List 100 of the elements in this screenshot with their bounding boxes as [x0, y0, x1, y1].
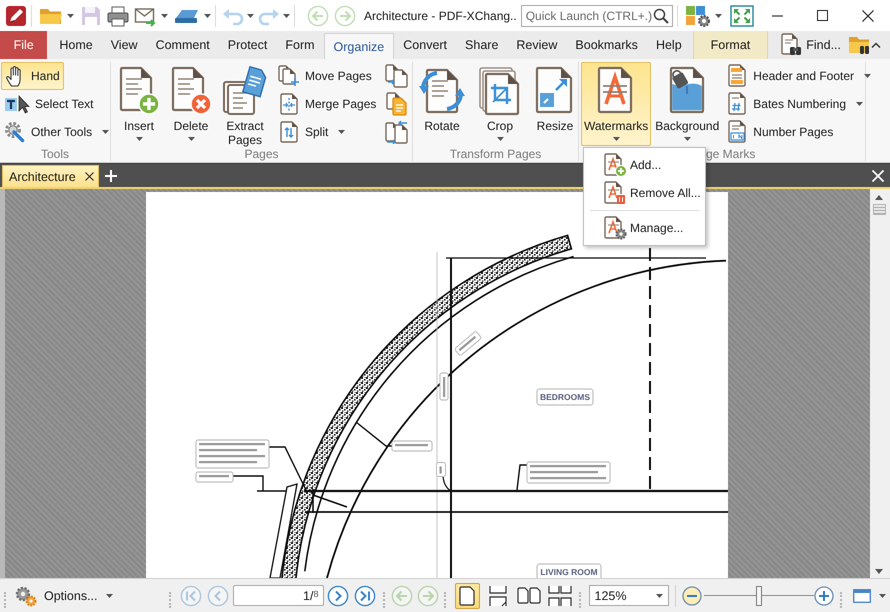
gear-wrench-icon [4, 121, 26, 143]
group-label: Pages [244, 146, 279, 160]
printer-icon[interactable] [106, 4, 130, 26]
ribbon-tab[interactable]: Review [507, 31, 566, 59]
zoom-in-icon[interactable] [814, 586, 834, 606]
ribbon-button[interactable]: Merge Pages [275, 90, 380, 118]
move-pages-icon [278, 65, 300, 87]
ribbon-button[interactable]: Rotate [415, 62, 469, 146]
options-button[interactable]: Options... [14, 584, 112, 606]
caret-icon[interactable] [67, 14, 74, 18]
ribbon-button[interactable] [384, 118, 410, 146]
ribbon-button[interactable]: Hand [1, 62, 64, 90]
ribbon-tab[interactable]: Comment [146, 31, 219, 59]
ribbon-button[interactable]: Background [652, 62, 722, 146]
caret-icon[interactable] [161, 14, 168, 18]
slider-thumb[interactable] [756, 586, 762, 606]
context-tab[interactable]: Format [692, 31, 768, 59]
group-label: Tools [40, 146, 69, 160]
zoom-dropdown[interactable]: 125% [588, 585, 668, 606]
ribbon-tab[interactable]: Share [456, 31, 508, 59]
file-menu-tab[interactable]: File [0, 31, 48, 59]
ribbon-button[interactable]: Resize [531, 62, 579, 146]
ribbon-button[interactable] [384, 62, 410, 90]
menu-item[interactable]: Remove All... [586, 179, 703, 207]
pages-stack-icon [385, 92, 410, 116]
rotate-page-icon [418, 66, 466, 116]
merge-pages-icon [278, 93, 300, 115]
ribbon-tab[interactable]: Help [646, 31, 691, 59]
scroll-up-icon[interactable] [875, 195, 883, 200]
leader-line [516, 464, 527, 490]
room-label: LIVING ROOM [536, 564, 602, 578]
folder-search-icon[interactable] [847, 34, 871, 56]
ribbon-tab[interactable]: Form [276, 31, 324, 59]
ribbon-button[interactable]: Move Pages [275, 62, 376, 90]
panel-icon[interactable] [852, 588, 870, 602]
gears-icon [14, 584, 38, 606]
scrollbar-thumb[interactable] [872, 204, 886, 215]
scroll-down-icon[interactable] [875, 569, 883, 574]
maximize-icon[interactable] [817, 10, 828, 21]
search-icon[interactable] [652, 8, 669, 24]
menu-item[interactable]: Add... [586, 151, 703, 179]
last-page-icon[interactable] [354, 584, 376, 606]
manage-watermark-icon [603, 216, 627, 240]
room-label: BEDROOMS [536, 388, 594, 406]
ribbon-button[interactable]: Number Pages [723, 118, 838, 146]
find-button[interactable]: Find... [780, 31, 841, 59]
quick-launch-field[interactable]: Quick Launch (CTRL+.) [520, 4, 673, 26]
ribbon-button[interactable]: Extract Pages [219, 62, 271, 146]
page-number-field[interactable]: 1/$^{8}$ [232, 585, 324, 606]
window-gear-icon[interactable] [684, 4, 712, 28]
numbered-page-icon [726, 120, 748, 144]
ribbon-tab[interactable]: Protect [218, 31, 276, 59]
add-watermark-icon [603, 153, 627, 177]
ribbon-button[interactable]: Bates Numbering [723, 90, 867, 118]
caret-icon[interactable] [878, 594, 886, 598]
ribbon-button[interactable]: Other Tools [1, 118, 114, 146]
caret-icon [106, 594, 112, 598]
menu-item[interactable]: Manage... [586, 214, 703, 242]
ribbon-button[interactable]: Split [275, 118, 350, 146]
select-text-icon [4, 93, 30, 115]
facing-continuous-icon [548, 584, 572, 606]
ribbon-button[interactable]: Select Text [1, 90, 98, 118]
close-icon[interactable] [862, 10, 874, 22]
callout-label [392, 440, 432, 452]
caret-icon[interactable] [247, 14, 254, 18]
ribbon-button[interactable]: Delete [167, 62, 215, 146]
ribbon-tab[interactable]: Organize [324, 33, 394, 59]
split-pages-icon [278, 121, 300, 143]
leader-line [356, 421, 392, 447]
remove-watermark-icon [603, 181, 627, 205]
extract-pages-icon [222, 66, 268, 116]
caret-icon[interactable] [714, 14, 722, 18]
close-icon[interactable] [84, 172, 94, 181]
caret-icon[interactable] [283, 14, 290, 18]
collapse-ribbon-icon[interactable] [871, 42, 881, 48]
ribbon-tab[interactable]: Home [50, 31, 102, 59]
app-logo-icon[interactable] [5, 4, 27, 26]
ribbon-button[interactable]: Crop [475, 62, 525, 146]
ribbon-tab[interactable]: Convert [394, 31, 456, 59]
callout-label [440, 372, 448, 400]
ribbon-tab[interactable]: View [102, 31, 147, 59]
callout-label [196, 472, 234, 482]
continuous-pages-icon [488, 584, 508, 606]
document-tab[interactable]: Architecture [2, 165, 99, 187]
plus-icon[interactable] [104, 170, 117, 182]
ribbon-button[interactable]: Watermarks [581, 62, 652, 146]
ribbon-button[interactable]: Insert [115, 62, 163, 146]
zoom-out-icon[interactable] [682, 586, 702, 606]
group-label: ge Marks [706, 146, 756, 160]
hash-page-icon [726, 92, 748, 116]
facing-pages-icon [517, 586, 541, 606]
callout-label [454, 330, 482, 356]
next-page-icon[interactable] [326, 584, 348, 606]
view-mode-button[interactable] [454, 582, 480, 608]
fullscreen-icon[interactable] [730, 4, 754, 26]
ribbon-tab[interactable]: Bookmarks [566, 31, 647, 59]
insert-page-icon [118, 66, 160, 116]
find-page-icon [780, 33, 802, 57]
ribbon-button[interactable]: Header and Footer [723, 62, 876, 90]
caret-icon[interactable] [204, 14, 211, 18]
